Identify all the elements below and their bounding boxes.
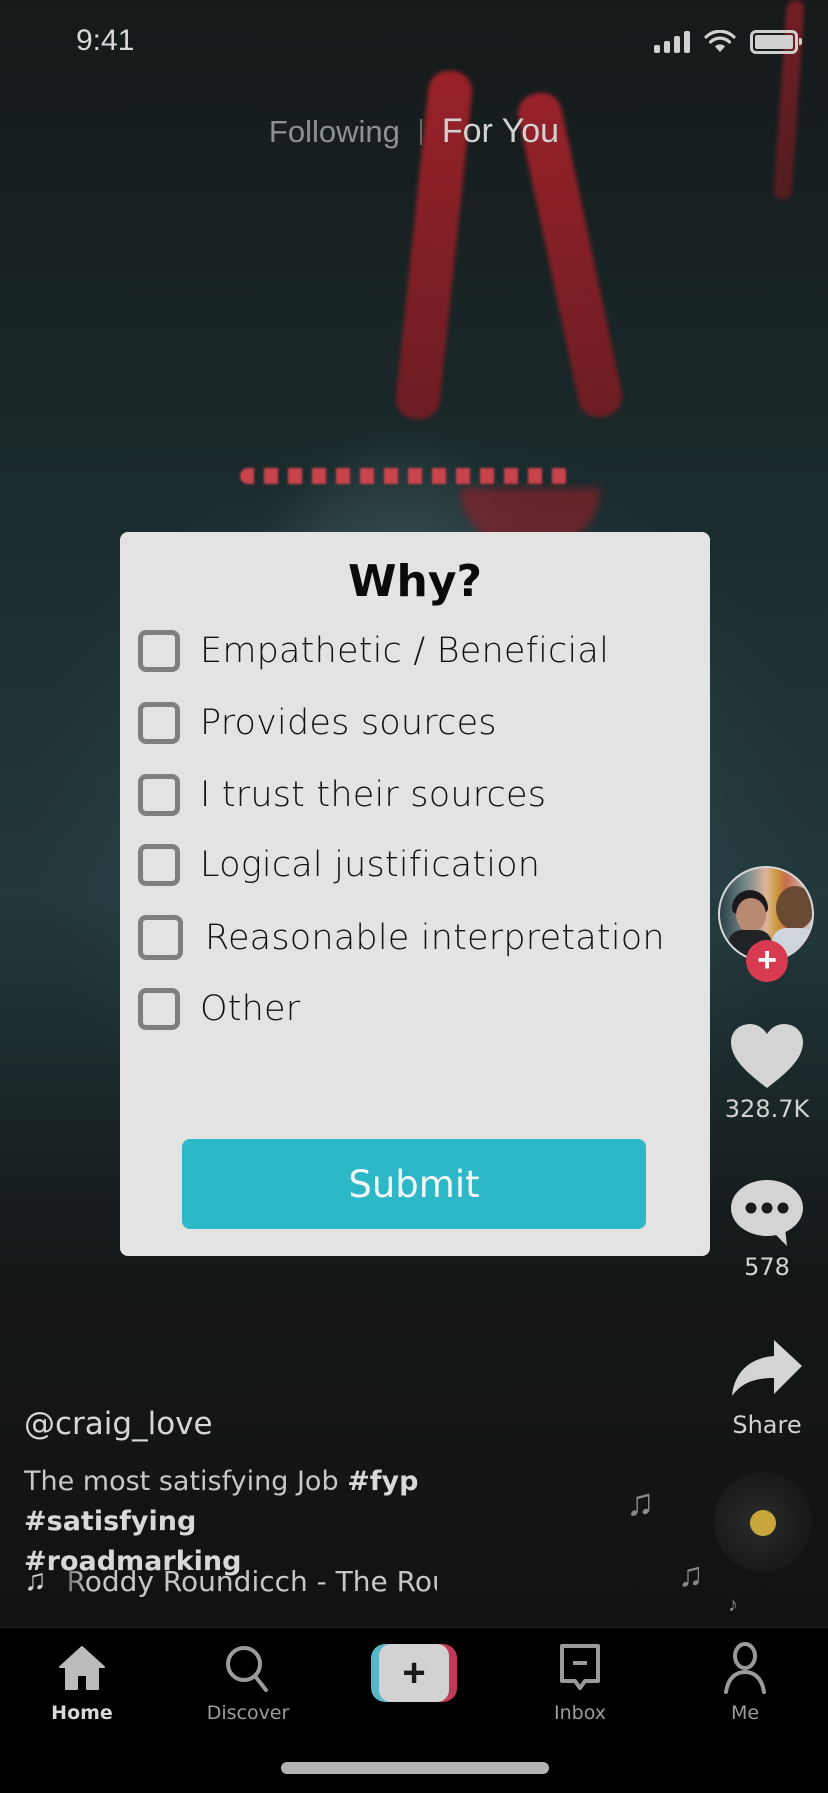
nav-label: Inbox [554, 1702, 606, 1724]
floating-music-note-icon: ♫ [626, 1482, 655, 1524]
comment-icon [731, 1180, 803, 1246]
option-label: Reasonable interpretation [205, 917, 665, 958]
nav-discover[interactable]: Discover [188, 1640, 308, 1724]
share-label: Share [732, 1411, 802, 1439]
share-icon [732, 1340, 802, 1396]
home-indicator[interactable] [281, 1762, 549, 1774]
share-button[interactable]: Share [717, 1338, 817, 1439]
like-count: 328.7K [724, 1095, 810, 1123]
dialog-title: Why? [347, 556, 483, 607]
option-logical-justification[interactable]: Logical justification [138, 844, 540, 886]
home-icon [59, 1646, 105, 1690]
tab-divider [419, 118, 422, 145]
heart-icon [731, 1024, 803, 1088]
option-other[interactable]: Other [138, 988, 300, 1030]
caption-text: The most satisfying Job [24, 1466, 339, 1497]
checkbox[interactable] [138, 630, 180, 672]
feed-tabs: Following For You [0, 112, 828, 151]
checkbox[interactable] [138, 988, 180, 1030]
battery-icon [750, 30, 802, 54]
wifi-icon [704, 30, 736, 52]
comment-button[interactable]: 578 [717, 1178, 817, 1281]
music-note-icon: ♫ [24, 1564, 47, 1597]
nav-inbox[interactable]: Inbox [520, 1640, 640, 1724]
music-info[interactable]: ♫ Roddy Roundicch - The Rou [24, 1564, 437, 1598]
option-trust-sources[interactable]: I trust their sources [138, 774, 546, 816]
floating-music-note-icon: ♫ [678, 1556, 704, 1594]
option-label: Provides sources [200, 703, 497, 743]
checkbox[interactable] [138, 844, 180, 886]
nav-home[interactable]: Home [22, 1640, 142, 1724]
option-label: Empathetic / Beneficial [200, 631, 609, 671]
hashtag[interactable]: #fyp [347, 1466, 418, 1497]
option-empathetic-beneficial[interactable]: Empathetic / Beneficial [138, 630, 609, 672]
tab-for-you[interactable]: For You [442, 112, 559, 151]
video-red-lights [240, 468, 570, 484]
cellular-signal-icon [654, 31, 690, 53]
option-label: I trust their sources [200, 775, 547, 815]
hashtag[interactable]: #satisfying [24, 1506, 196, 1537]
why-survey-dialog: Why? Empathetic / Beneficial Provides so… [120, 532, 710, 1256]
comment-count: 578 [744, 1253, 790, 1281]
option-reasonable-interpretation[interactable]: Reasonable interpretation [138, 915, 665, 960]
nav-label: Me [730, 1702, 760, 1724]
nav-label: Discover [206, 1702, 290, 1724]
create-plus-icon: + [379, 1644, 449, 1702]
submit-button[interactable]: Submit [182, 1139, 646, 1229]
option-provides-sources[interactable]: Provides sources [138, 702, 497, 744]
creator-username[interactable]: @craig_love [24, 1406, 213, 1442]
music-title: Roddy Roundicch - The Rou [66, 1564, 437, 1598]
like-button[interactable]: 328.7K [717, 1022, 817, 1123]
nav-me[interactable]: Me [685, 1640, 805, 1724]
music-disc[interactable] [714, 1472, 812, 1628]
disc-label [750, 1510, 776, 1536]
inbox-icon [560, 1644, 600, 1690]
checkbox[interactable] [138, 774, 180, 816]
create-button[interactable]: + [371, 1644, 457, 1702]
status-time: 9:41 [76, 24, 135, 57]
tab-following[interactable]: Following [269, 114, 400, 150]
status-icons [654, 30, 802, 54]
search-icon [226, 1646, 268, 1692]
nav-label: Home [51, 1702, 113, 1724]
checkbox[interactable] [138, 915, 183, 960]
option-label: Logical justification [200, 845, 541, 885]
follow-plus-icon[interactable]: + [746, 940, 788, 982]
profile-icon [724, 1642, 766, 1694]
option-label: Other [200, 989, 301, 1029]
checkbox[interactable] [138, 702, 180, 744]
